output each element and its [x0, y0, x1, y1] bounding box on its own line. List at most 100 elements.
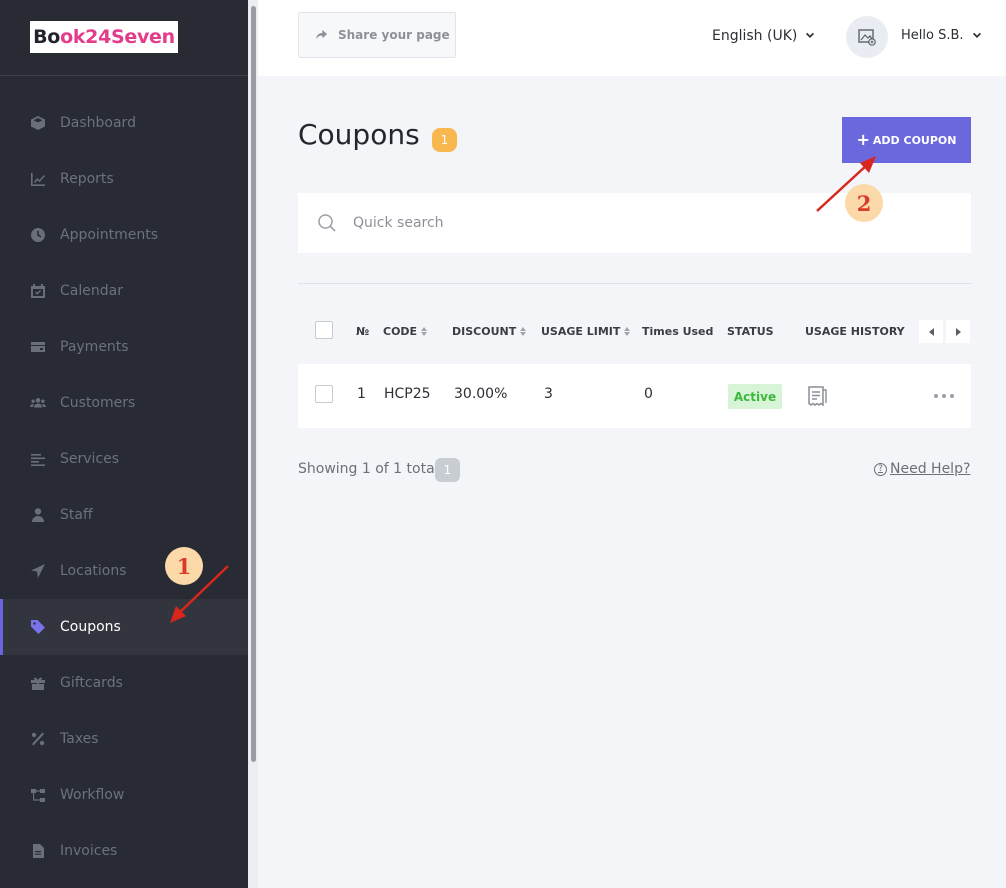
clock-icon	[30, 227, 46, 243]
column-header-label: №	[356, 325, 370, 338]
sidebar-item-label: Taxes	[60, 731, 99, 747]
sidebar: Bo ok24Seven Dashboard Reports Appointmen…	[0, 0, 248, 888]
sidebar-item-services[interactable]: Services	[0, 431, 248, 487]
divider	[298, 283, 971, 284]
showing-total-text: Showing 1 of 1 total	[298, 461, 439, 477]
logo-text-part2: ok24Seven	[60, 26, 175, 48]
annotation-step-2: 2	[845, 184, 883, 222]
sidebar-item-coupons[interactable]: Coupons	[0, 599, 248, 655]
share-arrow-icon	[315, 29, 328, 39]
sidebar-item-label: Staff	[60, 507, 93, 523]
user-icon	[30, 507, 46, 523]
chevron-right-icon	[955, 327, 961, 336]
language-selector[interactable]: English (UK)	[712, 28, 815, 44]
avatar[interactable]	[846, 16, 888, 58]
sidebar-item-invoices[interactable]: Invoices	[0, 823, 248, 879]
sidebar-item-label: Workflow	[60, 787, 125, 803]
cell-times-used: 0	[644, 386, 653, 402]
sidebar-item-label: Reports	[60, 171, 114, 187]
user-greeting: Hello S.B.	[901, 28, 964, 43]
sidebar-item-customers[interactable]: Customers	[0, 375, 248, 431]
logo-area: Bo ok24Seven	[0, 0, 248, 76]
percent-icon	[30, 731, 46, 747]
user-menu[interactable]: Hello S.B.	[901, 28, 982, 43]
sidebar-scrollbar-thumb[interactable]	[251, 6, 256, 762]
column-header-label: CODE	[383, 325, 418, 338]
column-header-usage-history: USAGE HISTORY	[805, 325, 905, 338]
column-header-label: USAGE LIMIT	[541, 325, 621, 338]
sidebar-item-calendar[interactable]: Calendar	[0, 263, 248, 319]
sidebar-item-locations[interactable]: Locations	[0, 543, 248, 599]
column-header-label: USAGE HISTORY	[805, 325, 905, 338]
sidebar-item-label: Services	[60, 451, 120, 467]
select-all-checkbox[interactable]	[315, 321, 333, 339]
sort-icon	[520, 327, 527, 336]
brand-logo[interactable]: Bo ok24Seven	[30, 21, 178, 53]
column-header-usage-limit[interactable]: USAGE LIMIT	[541, 325, 631, 338]
sidebar-item-reports[interactable]: Reports	[0, 151, 248, 207]
sidebar-item-label: Dashboard	[60, 115, 136, 131]
search-icon	[318, 214, 336, 232]
more-options-icon[interactable]	[934, 390, 954, 402]
sidebar-item-appointments[interactable]: Appointments	[0, 207, 248, 263]
cell-usage-limit: 3	[544, 386, 553, 402]
chevron-left-icon	[928, 327, 934, 336]
sidebar-item-label: Calendar	[60, 283, 123, 299]
sidebar-item-label: Customers	[60, 395, 136, 411]
question-circle-icon: ?	[874, 462, 887, 476]
sidebar-item-label: Invoices	[60, 843, 118, 859]
column-header-discount[interactable]: DISCOUNT	[452, 325, 527, 338]
language-label: English (UK)	[712, 28, 798, 44]
chevron-down-icon	[972, 32, 981, 38]
add-coupon-button[interactable]: + ADD COUPON	[842, 117, 971, 163]
share-page-label: Share your page	[338, 28, 450, 42]
scroll-left-button[interactable]	[919, 320, 943, 343]
sidebar-item-taxes[interactable]: Taxes	[0, 711, 248, 767]
sidebar-item-label: Coupons	[60, 619, 121, 635]
scroll-right-button[interactable]	[946, 320, 970, 343]
location-arrow-icon	[30, 563, 46, 579]
sidebar-nav: Dashboard Reports Appointments Calendar …	[0, 95, 248, 879]
column-header-code[interactable]: CODE	[383, 325, 428, 338]
list-icon	[30, 451, 46, 467]
gift-icon	[30, 675, 46, 691]
plus-icon: +	[856, 130, 870, 149]
cell-code: HCP25	[384, 386, 431, 402]
sidebar-item-label: Payments	[60, 339, 129, 355]
wallet-icon	[30, 339, 46, 355]
need-help-label: Need Help?	[890, 461, 971, 477]
sort-icon	[421, 327, 428, 336]
users-icon	[30, 395, 46, 411]
top-bar: Share your page English (UK) Hello S.B.	[258, 0, 1006, 76]
sidebar-item-payments[interactable]: Payments	[0, 319, 248, 375]
column-header-status: STATUS	[727, 325, 774, 338]
share-page-button[interactable]: Share your page	[298, 12, 456, 58]
column-header-times-used: Times Used	[642, 325, 713, 338]
page-title: Coupons	[298, 118, 420, 151]
chevron-down-icon	[806, 32, 815, 38]
sidebar-item-workflow[interactable]: Workflow	[0, 767, 248, 823]
cell-discount: 30.00%	[454, 386, 508, 402]
image-placeholder-icon	[858, 29, 876, 46]
sidebar-item-staff[interactable]: Staff	[0, 487, 248, 543]
receipt-icon[interactable]	[806, 385, 828, 409]
search-input[interactable]	[353, 215, 913, 231]
workflow-icon	[30, 787, 46, 803]
calendar-icon	[30, 283, 46, 299]
sidebar-item-giftcards[interactable]: Giftcards	[0, 655, 248, 711]
sort-icon	[624, 327, 631, 336]
sidebar-item-label: Locations	[60, 563, 127, 579]
cube-icon	[30, 115, 46, 131]
column-header-label: STATUS	[727, 325, 774, 338]
chart-line-icon	[30, 171, 46, 187]
status-badge: Active	[728, 384, 782, 409]
total-badge: 1	[435, 458, 460, 482]
sidebar-item-label: Appointments	[60, 227, 159, 243]
document-icon	[30, 843, 46, 859]
sidebar-item-dashboard[interactable]: Dashboard	[0, 95, 248, 151]
cell-number: 1	[357, 386, 366, 402]
column-header-label: Times Used	[642, 325, 714, 338]
column-header-number: №	[356, 325, 369, 338]
need-help-link[interactable]: ? Need Help?	[874, 461, 970, 477]
row-checkbox[interactable]	[315, 385, 333, 403]
